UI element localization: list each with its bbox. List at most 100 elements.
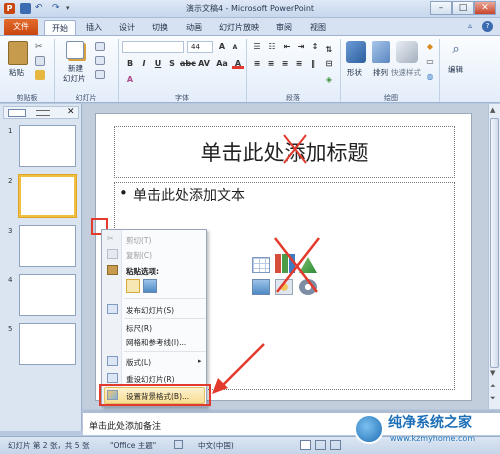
- tab-design[interactable]: 设计: [113, 20, 141, 35]
- smartart-icon[interactable]: ◈: [323, 74, 335, 85]
- menu-item-layout[interactable]: 版式(L): [126, 357, 151, 368]
- watermark-logo-icon: [354, 414, 384, 444]
- insert-picture-icon[interactable]: [252, 279, 270, 295]
- menu-item-copy[interactable]: 复制(C): [126, 250, 152, 261]
- maximize-button[interactable]: □: [452, 1, 474, 15]
- shapes-label[interactable]: 形状: [347, 67, 362, 78]
- paste-button-label[interactable]: 粘贴: [9, 67, 24, 78]
- reading-view-icon[interactable]: [330, 440, 341, 450]
- layout-icon[interactable]: [95, 42, 105, 51]
- window-title: 演示文稿4 - Microsoft PowerPoint: [185, 4, 315, 13]
- menu-item-ruler[interactable]: 标尺(R): [126, 323, 152, 334]
- underline-icon[interactable]: U: [152, 58, 164, 69]
- grow-font-icon[interactable]: A: [216, 41, 228, 52]
- text-direction-icon[interactable]: ⇅: [323, 44, 335, 55]
- font-name-combo[interactable]: [122, 41, 184, 53]
- decrease-indent-icon[interactable]: ⇤: [281, 41, 293, 52]
- tab-view[interactable]: 视图: [304, 20, 332, 35]
- arrange-icon[interactable]: [372, 41, 390, 63]
- align-text-icon[interactable]: ⊟: [323, 58, 335, 69]
- scroll-up-icon[interactable]: ▲: [490, 106, 495, 114]
- tab-file[interactable]: 文件: [4, 19, 38, 35]
- close-button[interactable]: ✕: [474, 1, 496, 15]
- pane-tabs[interactable]: ✕: [3, 106, 79, 119]
- tab-slideshow[interactable]: 幻灯片放映: [214, 20, 264, 35]
- quick-styles-icon[interactable]: [396, 41, 418, 63]
- normal-view-icon[interactable]: [300, 440, 311, 450]
- language-status[interactable]: 中文(中国): [198, 440, 234, 451]
- red-x-annotation-content: [274, 237, 320, 293]
- tab-animations[interactable]: 动画: [180, 20, 208, 35]
- clear-format-icon[interactable]: A: [124, 74, 136, 85]
- theme-status[interactable]: "Office 主题": [110, 440, 156, 451]
- tab-transitions[interactable]: 切换: [146, 20, 174, 35]
- slide-thumbnail-1[interactable]: [19, 125, 76, 167]
- shadow-icon[interactable]: S: [166, 58, 178, 69]
- scissors-icon: ✂: [107, 234, 114, 243]
- paste-option-keep-source-icon[interactable]: [126, 279, 140, 293]
- next-slide-icon[interactable]: ⏷: [490, 394, 496, 403]
- paste-icon: [107, 265, 118, 275]
- paste-icon[interactable]: [8, 41, 28, 65]
- strikethrough-icon[interactable]: abc: [180, 58, 196, 69]
- font-size-combo[interactable]: 44: [187, 41, 213, 53]
- numbering-icon[interactable]: ☷: [266, 41, 278, 52]
- section-icon[interactable]: [95, 70, 105, 79]
- arrange-label[interactable]: 排列: [373, 67, 388, 78]
- columns-icon[interactable]: ‖: [307, 58, 319, 69]
- line-spacing-icon[interactable]: ↕: [309, 41, 321, 52]
- shape-effects-icon[interactable]: ◍: [424, 71, 436, 82]
- copy-icon[interactable]: [35, 56, 45, 66]
- close-pane-icon[interactable]: ✕: [67, 107, 75, 117]
- slide-thumbnail-5[interactable]: [19, 323, 76, 365]
- shapes-icon[interactable]: [346, 41, 366, 63]
- shape-outline-icon[interactable]: ▭: [424, 56, 436, 67]
- bullets-icon[interactable]: ☰: [251, 41, 263, 52]
- menu-item-grid-guides[interactable]: 网格和参考线(I)...: [126, 337, 186, 348]
- menu-item-cut[interactable]: 剪切(T): [126, 235, 151, 246]
- help-icon[interactable]: ?: [482, 21, 493, 32]
- slide-thumbnail-2[interactable]: [19, 175, 76, 217]
- menu-item-publish-slides[interactable]: 发布幻灯片(S): [126, 305, 174, 316]
- tab-review[interactable]: 审阅: [270, 20, 298, 35]
- align-left-icon[interactable]: ≡: [251, 58, 263, 69]
- tab-home[interactable]: 开始: [44, 20, 76, 35]
- change-case-icon[interactable]: Aa: [216, 58, 228, 69]
- prev-slide-icon[interactable]: ⏶: [490, 382, 496, 391]
- reset-icon[interactable]: [95, 56, 105, 65]
- submenu-arrow-icon: ▸: [198, 357, 202, 365]
- context-menu: ✂ 剪切(T) 复制(C) 粘贴选项: 发布幻灯片(S) 标尺(R) 网格和参考…: [101, 229, 207, 407]
- vertical-scrollbar[interactable]: ▲ ▼ ⏶ ⏷: [488, 104, 500, 409]
- align-right-icon[interactable]: ≡: [279, 58, 291, 69]
- italic-icon[interactable]: I: [138, 58, 150, 69]
- font-color-icon[interactable]: A: [232, 58, 244, 69]
- paste-option-picture-icon[interactable]: [143, 279, 157, 293]
- quick-styles-label[interactable]: 快速样式: [391, 67, 421, 78]
- scroll-thumb[interactable]: [490, 118, 499, 368]
- outline-tab-icon[interactable]: [36, 110, 50, 116]
- char-spacing-icon[interactable]: AV: [198, 58, 210, 69]
- align-center-icon[interactable]: ≡: [265, 58, 277, 69]
- minimize-button[interactable]: –: [430, 1, 452, 15]
- new-slide-label-2[interactable]: 幻灯片: [63, 73, 86, 84]
- find-binoculars-icon[interactable]: ⌕: [447, 41, 465, 59]
- bold-icon[interactable]: B: [124, 58, 136, 69]
- scroll-down-icon[interactable]: ▼: [490, 369, 495, 377]
- spellcheck-icon[interactable]: [174, 440, 183, 449]
- sorter-view-icon[interactable]: [315, 440, 326, 450]
- cut-icon[interactable]: ✂: [35, 42, 45, 52]
- slide-thumbnail-4[interactable]: [19, 274, 76, 316]
- slides-tab-icon[interactable]: [8, 109, 26, 117]
- justify-icon[interactable]: ≡: [293, 58, 305, 69]
- increase-indent-icon[interactable]: ⇥: [295, 41, 307, 52]
- shape-fill-icon[interactable]: ◆: [424, 41, 436, 52]
- new-slide-icon[interactable]: [66, 41, 84, 59]
- editing-label[interactable]: 编辑: [448, 64, 463, 75]
- insert-table-icon[interactable]: [252, 257, 270, 273]
- shrink-font-icon[interactable]: A: [229, 42, 241, 53]
- slide-thumbnail-3[interactable]: [19, 225, 76, 267]
- tab-insert[interactable]: 插入: [80, 20, 108, 35]
- minimize-ribbon-icon[interactable]: ▵: [468, 21, 472, 30]
- format-painter-icon[interactable]: [35, 70, 45, 80]
- slide-number: 5: [8, 325, 13, 333]
